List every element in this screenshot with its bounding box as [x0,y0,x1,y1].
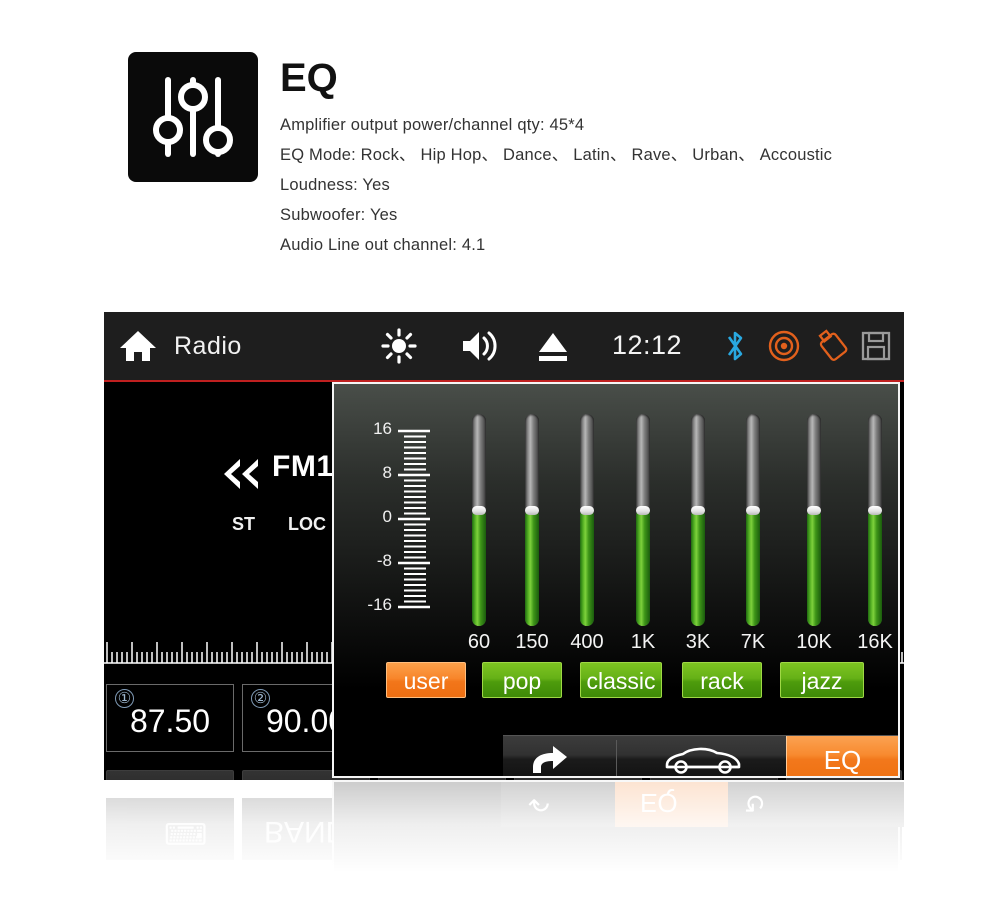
eq-slider-knob[interactable] [807,506,821,515]
eq-freq-label-400: 400 [570,631,604,653]
radio-band-label: FM1 [272,450,334,483]
spec-text-block: EQ Amplifier output power/channel qty: 4… [280,52,920,260]
eq-slider-150[interactable] [525,414,539,626]
eq-scale-label-16: 16 [373,419,392,438]
eq-slider-3k[interactable] [691,414,705,626]
eq-slider-knob[interactable] [580,506,594,515]
spec-line-loudness: Loudness: Yes [280,176,390,194]
eq-slider-16k[interactable] [868,414,882,626]
local-indicator: LOC [288,514,326,534]
eq-slider-400[interactable] [580,414,594,626]
car-head-unit-screen: Radio 12:12 FM1 ST LOC ① 87.50 ② 90.00 1… [104,312,904,780]
eq-freq-label-10k: 10K [796,631,832,653]
page-title: EQ [280,56,338,100]
eq-slider-fill [580,509,594,626]
eq-slider-fill [807,509,821,626]
eq-slider-1k[interactable] [636,414,650,626]
eq-freq-label-3k: 3K [685,631,711,653]
eject-icon[interactable] [534,328,572,364]
eq-panel: 16 8 0 -8 -16 60 150 400 1K 3K 7K 10K 16… [332,382,900,778]
eq-slider-7k[interactable] [746,414,760,626]
reflection-fade [104,780,904,885]
car-icon [665,747,741,774]
eq-slider-knob[interactable] [746,506,760,515]
home-icon[interactable] [118,328,158,364]
toolbar-car-button[interactable] [617,736,786,776]
eq-preset-pop[interactable]: pop [482,662,562,698]
eq-freq-label-7k: 7K [740,631,766,653]
status-bar: Radio 12:12 [104,312,904,382]
eq-bottom-toolbar: EQ [503,735,898,776]
keyboard-button[interactable] [106,770,234,780]
eq-slider-60[interactable] [472,414,486,626]
toolbar-eq-button[interactable]: EQ [786,736,898,776]
spec-line-audio-line-out: Audio Line out channel: 4.1 [280,236,486,254]
usb-drive-icon[interactable] [814,328,852,364]
eq-slider-knob[interactable] [691,506,705,515]
eq-preset-rack[interactable]: rack [682,662,762,698]
spec-header: EQ Amplifier output power/channel qty: 4… [128,52,928,267]
eq-slider-fill [636,509,650,626]
sd-card-icon[interactable] [857,328,895,364]
eq-slider-10k[interactable] [807,414,821,626]
eq-scale-label-minus16: -16 [367,595,392,614]
eq-preset-classic[interactable]: classic [580,662,662,698]
toolbar-back-button[interactable] [503,736,616,776]
eq-slider-fill [472,509,486,626]
eq-scale-label-minus8: -8 [376,551,392,570]
disc-icon[interactable] [765,328,803,364]
spec-line-amplifier: Amplifier output power/channel qty: 45*4 [280,116,585,134]
eq-slider-knob[interactable] [472,506,486,515]
eq-freq-label-16k: 16K [857,631,893,653]
eq-slider-fill [746,509,760,626]
spec-line-eq-mode: EQ Mode: Rock、 Hip Hop、 Dance、 Latin、 Ra… [280,146,833,164]
status-bar-title: Radio [174,332,242,360]
spec-line-subwoofer: Subwoofer: Yes [280,206,398,224]
eq-slider-knob[interactable] [868,506,882,515]
eq-slider-fill [868,509,882,626]
brightness-sun-icon[interactable] [380,328,418,364]
eq-scale-label-8: 8 [382,463,392,482]
toolbar-eq-label: EQ [823,745,862,775]
eq-slider-fill [691,509,705,626]
eq-preset-user[interactable]: user [386,662,466,698]
eq-freq-label-1k: 1K [630,631,656,653]
radio-preset-1[interactable]: ① 87.50 [106,684,234,752]
eq-scale-label-0: 0 [382,507,392,526]
screen-reflection: ⌨ BAND EQ ↶ ↻ [104,780,904,885]
preset-frequency: 87.50 [129,703,211,739]
eq-slider-knob[interactable] [525,506,539,515]
eq-scale: 16 8 0 -8 -16 [356,419,446,622]
eq-slider-knob[interactable] [636,506,650,515]
eq-freq-label-60: 60 [467,631,491,653]
eq-slider-fill [525,509,539,626]
bluetooth-icon[interactable] [716,328,754,364]
eq-freq-label-150: 150 [515,631,549,653]
status-bar-clock: 12:12 [612,330,683,360]
equalizer-sliders-icon [128,52,258,182]
double-chevron-left-icon[interactable] [218,454,264,494]
stereo-indicator: ST [232,514,256,534]
eq-preset-jazz[interactable]: jazz [780,662,864,698]
volume-speaker-icon[interactable] [459,328,497,364]
